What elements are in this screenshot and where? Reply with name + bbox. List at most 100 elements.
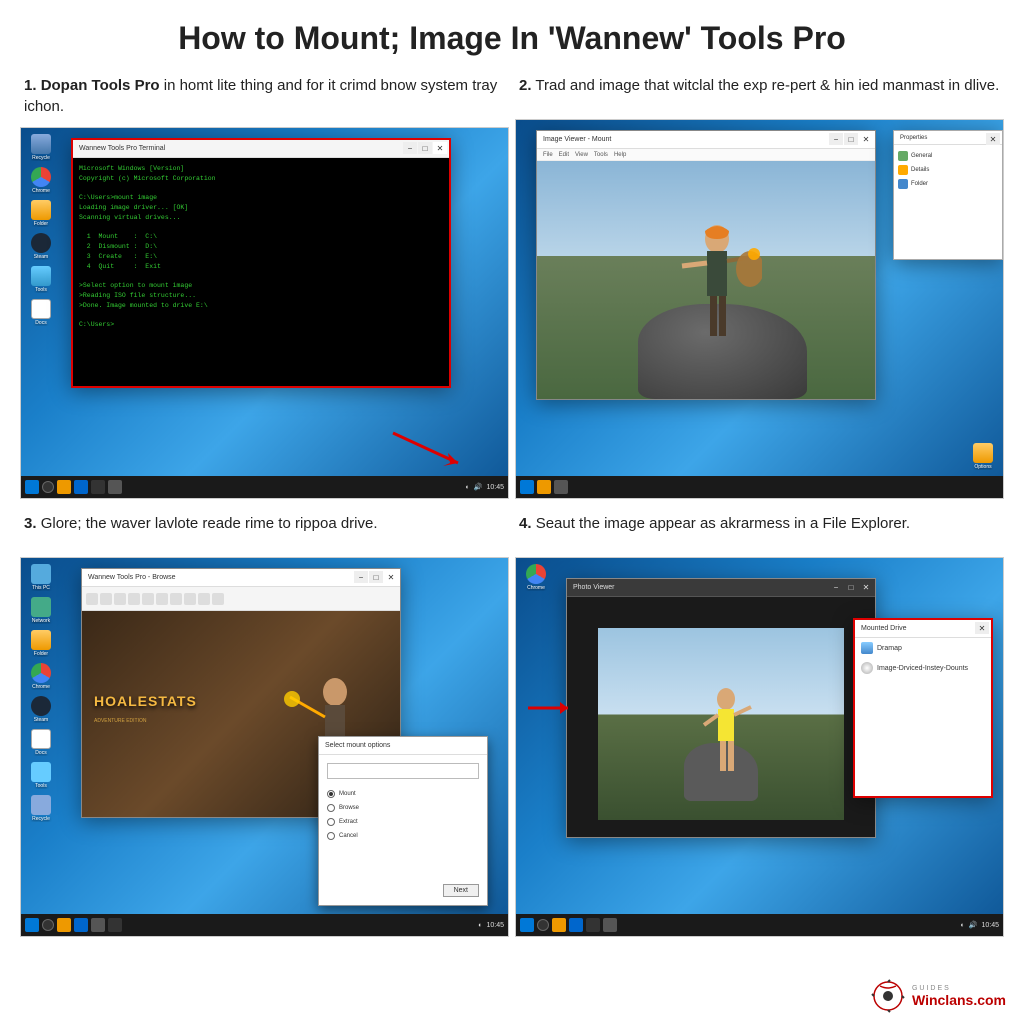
desk-icon[interactable]: This PC (27, 564, 55, 591)
minimize-button[interactable]: − (354, 571, 368, 583)
image-viewer-titlebar[interactable]: Image Viewer - Mount − □ ✕ (537, 131, 875, 149)
desk-icon[interactable]: Chrome (522, 564, 550, 591)
tray-icon[interactable]: 🔊 (969, 921, 978, 929)
start-button[interactable] (520, 480, 534, 494)
system-tray[interactable]: ◐ 🔊 10:45 (961, 914, 999, 936)
up-button[interactable] (114, 593, 126, 605)
taskbar-app-icon[interactable] (74, 480, 88, 494)
taskbar[interactable]: ◐ 10:45 (21, 914, 508, 936)
photo-viewer-titlebar[interactable]: Photo Viewer − □ ✕ (567, 579, 875, 597)
start-button[interactable] (25, 480, 39, 494)
home-button[interactable] (142, 593, 154, 605)
tray-time[interactable]: 10:45 (981, 922, 999, 929)
menu-file[interactable]: File (543, 152, 553, 158)
list-item[interactable]: Dramap (855, 638, 991, 658)
taskbar-app-icon[interactable] (552, 918, 566, 932)
desk-icon[interactable]: Tools (27, 266, 55, 293)
maximize-button[interactable]: □ (844, 581, 858, 593)
close-button[interactable]: ✕ (859, 133, 873, 145)
radio-option[interactable]: Extract (327, 815, 479, 829)
properties-panel[interactable]: Properties ✕ General Details Folder (893, 130, 1003, 260)
explorer-panel[interactable]: Mounted Drive ✕ Dramap Image-Drviced-Ins… (853, 618, 993, 798)
minimize-button[interactable]: − (829, 133, 843, 145)
desk-icon[interactable]: Folder (27, 200, 55, 227)
taskbar-app-icon[interactable] (537, 480, 551, 494)
maximize-button[interactable]: □ (369, 571, 383, 583)
radio-option[interactable]: Browse (327, 801, 479, 815)
start-button[interactable] (520, 918, 534, 932)
maximize-button[interactable]: □ (844, 133, 858, 145)
mount-dialog[interactable]: Select mount options Mount Browse Extrac… (318, 736, 488, 906)
taskbar-app-icon[interactable] (586, 918, 600, 932)
desk-icon[interactable]: Folder (27, 630, 55, 657)
desk-icon[interactable]: Steam (27, 233, 55, 260)
taskbar[interactable] (516, 476, 1003, 498)
search-icon[interactable] (42, 919, 54, 931)
start-button[interactable] (25, 918, 39, 932)
taskbar-app-icon[interactable] (569, 918, 583, 932)
desk-icon[interactable]: Docs (27, 729, 55, 756)
terminal-titlebar[interactable]: Wannew Tools Pro Terminal − □ ✕ (73, 140, 449, 158)
menu-bar[interactable]: File Edit View Tools Help (537, 149, 875, 161)
toolbar-button[interactable] (184, 593, 196, 605)
list-item[interactable]: Folder (898, 177, 998, 191)
menu-tools[interactable]: Tools (594, 152, 608, 158)
maximize-button[interactable]: □ (418, 142, 432, 154)
close-button[interactable]: ✕ (433, 142, 447, 154)
desk-icon[interactable]: Docs (27, 299, 55, 326)
dialog-titlebar[interactable]: Select mount options (319, 737, 487, 755)
tray-time[interactable]: 10:45 (486, 922, 504, 929)
taskbar-app-icon[interactable] (108, 480, 122, 494)
toolbar-button[interactable] (212, 593, 224, 605)
desk-icon[interactable]: Recycle (27, 134, 55, 161)
taskbar-app-icon[interactable] (603, 918, 617, 932)
forward-button[interactable] (100, 593, 112, 605)
tray-icon[interactable]: ◐ (466, 484, 470, 491)
next-button[interactable]: Next (443, 884, 479, 897)
radio-option[interactable]: Mount (327, 787, 479, 801)
taskbar-app-icon[interactable] (57, 480, 71, 494)
minimize-button[interactable]: − (829, 581, 843, 593)
desk-icon[interactable]: Tools (27, 762, 55, 789)
close-button[interactable]: ✕ (986, 133, 1000, 145)
toolbar-button[interactable] (156, 593, 168, 605)
close-button[interactable]: ✕ (384, 571, 398, 583)
minimize-button[interactable]: − (403, 142, 417, 154)
desk-icon[interactable]: Network (27, 597, 55, 624)
tray-icon[interactable]: 🔊 (474, 483, 483, 491)
close-button[interactable]: ✕ (975, 622, 989, 634)
taskbar-app-icon[interactable] (108, 918, 122, 932)
terminal-output[interactable]: Microsoft Windows [Version] Copyright (c… (73, 158, 449, 386)
taskbar-app-icon[interactable] (91, 918, 105, 932)
list-item[interactable]: General (898, 149, 998, 163)
taskbar-app-icon[interactable] (554, 480, 568, 494)
tray-icon[interactable]: ◐ (478, 922, 482, 929)
taskbar[interactable]: ◐ 🔊 10:45 (516, 914, 1003, 936)
list-item[interactable]: Details (898, 163, 998, 177)
menu-edit[interactable]: Edit (559, 152, 569, 158)
desk-icon[interactable]: Steam (27, 696, 55, 723)
system-tray[interactable]: ◐ 🔊 10:45 (466, 476, 504, 498)
explorer-titlebar[interactable]: Mounted Drive ✕ (855, 620, 991, 638)
tray-icon[interactable]: ◐ (961, 922, 965, 929)
toolbar-button[interactable] (170, 593, 182, 605)
terminal-window[interactable]: Wannew Tools Pro Terminal − □ ✕ Microsof… (71, 138, 451, 388)
desk-icon[interactable]: Recycle (27, 795, 55, 822)
menu-help[interactable]: Help (614, 152, 626, 158)
toolbar-button[interactable] (198, 593, 210, 605)
taskbar-app-icon[interactable] (57, 918, 71, 932)
taskbar-app-icon[interactable] (91, 480, 105, 494)
browser-titlebar[interactable]: Wannew Tools Pro - Browse − □ ✕ (82, 569, 400, 587)
path-input[interactable] (327, 763, 479, 779)
desk-icon[interactable]: Options (969, 443, 997, 470)
back-button[interactable] (86, 593, 98, 605)
taskbar-app-icon[interactable] (74, 918, 88, 932)
desk-icon[interactable]: Chrome (27, 167, 55, 194)
system-tray[interactable]: ◐ 10:45 (478, 914, 504, 936)
radio-option[interactable]: Cancel (327, 829, 479, 843)
search-icon[interactable] (537, 919, 549, 931)
menu-view[interactable]: View (575, 152, 588, 158)
close-button[interactable]: ✕ (859, 581, 873, 593)
tray-time[interactable]: 10:45 (486, 484, 504, 491)
desk-icon[interactable]: Chrome (27, 663, 55, 690)
